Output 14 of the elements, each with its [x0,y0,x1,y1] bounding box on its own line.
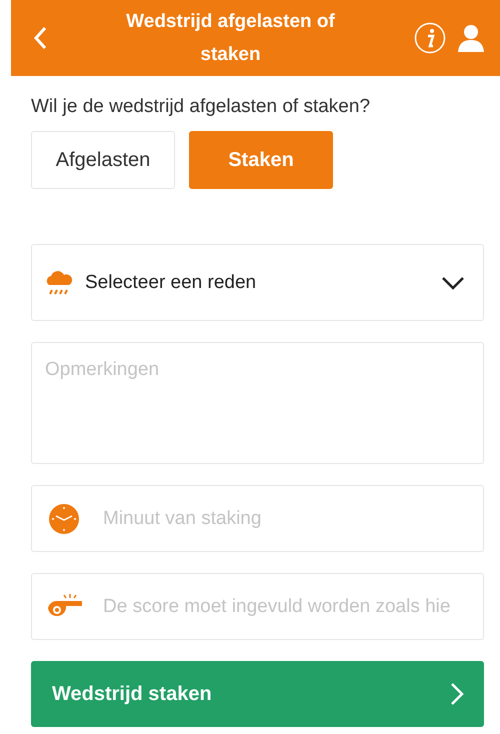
info-icon[interactable] [414,22,446,54]
clock-icon [49,504,79,534]
score-field[interactable]: De score moet ingevuld worden zoals hie [31,573,484,640]
choice-button[interactable]: Afgelasten [31,131,175,189]
minute-field[interactable]: Minuut van staking [31,485,484,552]
chevron-down-icon [441,276,465,290]
chevron-right-icon [450,682,464,706]
back-icon[interactable] [33,26,47,50]
rain-cloud-icon [45,270,73,296]
user-icon[interactable] [456,23,486,53]
question-text: Wil je de wedstrijd afgelasten of staken? [31,96,372,118]
window-title: Wedstrijd afgelasten of staken [125,10,336,67]
reason-dropdown[interactable]: Selecteer een reden [31,244,484,321]
remarks-field[interactable]: Opmerkingen [31,342,484,464]
